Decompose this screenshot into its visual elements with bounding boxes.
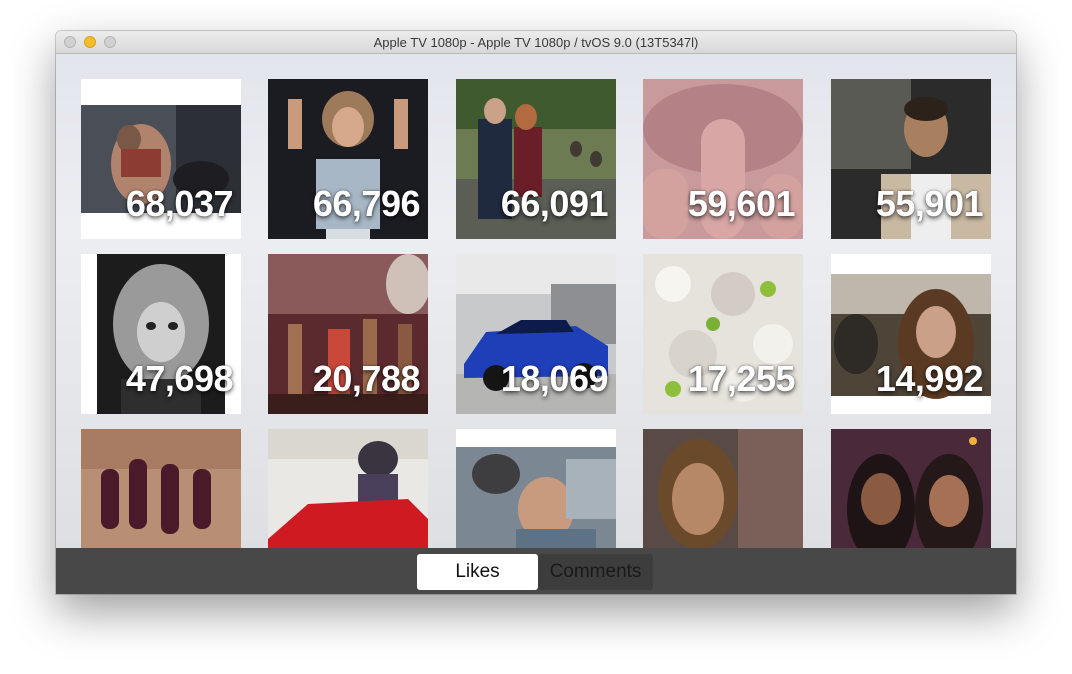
- likes-count: 55,901: [875, 183, 984, 224]
- window-title: Apple TV 1080p - Apple TV 1080p / tvOS 9…: [373, 35, 699, 50]
- likes-count: 20,788: [312, 358, 421, 399]
- likes-count: 66,796: [312, 183, 421, 224]
- photo-tile[interactable]: 47,698: [81, 254, 241, 414]
- photo-tile[interactable]: [643, 429, 803, 548]
- photo-tile[interactable]: 66,091: [456, 79, 616, 239]
- likes-count: 59,601: [687, 183, 796, 224]
- photo-image: [456, 429, 616, 548]
- photo-tile[interactable]: [268, 429, 428, 548]
- photo-tile[interactable]: [81, 429, 241, 548]
- likes-count: 66,091: [500, 183, 609, 224]
- likes-count: 47,698: [125, 358, 234, 399]
- photo-tile[interactable]: 18,069: [456, 254, 616, 414]
- likes-count: 14,992: [875, 358, 984, 399]
- likes-count: 68,037: [125, 183, 234, 224]
- photo-tile[interactable]: 17,255: [643, 254, 803, 414]
- photo-tile[interactable]: 66,796: [268, 79, 428, 239]
- tab-likes[interactable]: Likes: [417, 554, 538, 590]
- photo-tile[interactable]: [831, 429, 991, 548]
- photo-tile[interactable]: 55,901: [831, 79, 991, 239]
- photo-tile[interactable]: [456, 429, 616, 548]
- photo-image: [268, 429, 428, 548]
- photo-tile[interactable]: 14,992: [831, 254, 991, 414]
- likes-count: 17,255: [687, 358, 796, 399]
- photo-tile[interactable]: 59,601: [643, 79, 803, 239]
- photo-tile[interactable]: 68,037: [81, 79, 241, 239]
- photo-tile[interactable]: 20,788: [268, 254, 428, 414]
- tab-bar: Likes Comments: [56, 548, 1016, 594]
- photo-image: [831, 429, 991, 548]
- simulator-window: Apple TV 1080p - Apple TV 1080p / tvOS 9…: [56, 31, 1016, 594]
- photo-grid-area: 68,037 66,796 66,091 59,601 55,901 47,69…: [56, 54, 1016, 548]
- tab-comments[interactable]: Comments: [538, 554, 653, 590]
- segmented-control: Likes Comments: [417, 554, 653, 590]
- photo-image: [643, 429, 803, 548]
- photo-image: [81, 429, 241, 548]
- title-bar: Apple TV 1080p - Apple TV 1080p / tvOS 9…: [56, 31, 1016, 54]
- likes-count: 18,069: [500, 358, 609, 399]
